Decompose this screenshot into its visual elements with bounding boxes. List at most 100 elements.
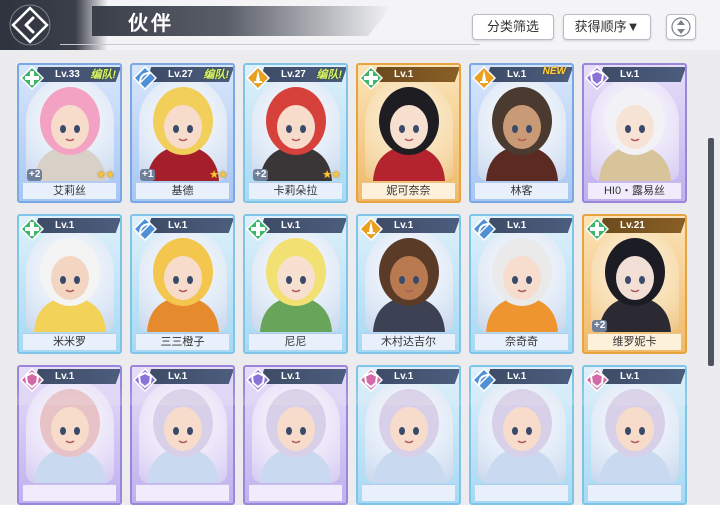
character-portrait — [139, 228, 227, 332]
level-bar — [259, 218, 346, 233]
in-team-tag: 编队! — [203, 69, 229, 81]
level-bar — [485, 369, 572, 384]
level-bar — [598, 369, 685, 384]
heal-cross-icon — [584, 216, 610, 242]
level-bar — [372, 369, 459, 384]
scrollbar[interactable] — [708, 138, 714, 366]
character-portrait-art — [599, 87, 671, 181]
level-label: Lv.1 — [168, 220, 188, 231]
star-rating: ★★ — [322, 169, 341, 181]
level-label: Lv.1 — [281, 371, 301, 382]
character-name: HI0・露易丝 — [588, 182, 681, 199]
character-portrait-art — [599, 238, 671, 332]
level-label: Lv.1 — [55, 220, 75, 231]
level-bar — [372, 218, 459, 233]
partner-card[interactable]: Lv.1 尼尼 — [243, 214, 348, 354]
character-name: 妮可奈奈 — [362, 182, 455, 199]
level-bar — [259, 369, 346, 384]
partner-card[interactable]: Lv.1 妮可奈奈 — [356, 63, 461, 203]
character-name: 米米罗 — [23, 333, 116, 350]
character-portrait-art — [34, 238, 106, 332]
bow-icon — [132, 65, 158, 91]
sword-icon — [358, 216, 384, 242]
heal-cross-icon — [19, 216, 45, 242]
partner-card[interactable]: Lv.27 编队! +2 ★★ 卡莉朵拉 — [243, 63, 348, 203]
back-diamond-icon[interactable] — [8, 3, 52, 47]
character-name: 基德 — [136, 182, 229, 199]
level-label: Lv.1 — [55, 371, 75, 382]
character-portrait — [478, 228, 566, 332]
level-label: Lv.1 — [394, 371, 414, 382]
page-title: 伙伴 — [128, 11, 174, 35]
level-bar — [485, 218, 572, 233]
level-label: Lv.1 — [394, 220, 414, 231]
character-portrait-art — [486, 238, 558, 332]
partner-card[interactable]: Lv.1 NEW 林客 — [469, 63, 574, 203]
sort-updown-icon — [671, 17, 691, 37]
partner-card[interactable]: Lv.1 HI0・露易丝 — [582, 63, 687, 203]
sort-order-dropdown[interactable]: 获得顺序▼ — [563, 14, 651, 40]
partner-card[interactable]: Lv.1 三三橙子 — [130, 214, 235, 354]
level-bar — [598, 67, 685, 82]
partner-card[interactable]: Lv.1 米米罗 — [17, 214, 122, 354]
bow-icon — [132, 216, 158, 242]
character-name: 三三橙子 — [136, 333, 229, 350]
character-portrait-art — [260, 87, 332, 181]
character-portrait — [252, 77, 340, 181]
character-portrait-art — [34, 87, 106, 181]
level-label: Lv.1 — [507, 371, 527, 382]
level-bar — [33, 218, 120, 233]
character-portrait-art — [486, 87, 558, 181]
character-portrait-art — [373, 87, 445, 181]
character-name: 尼尼 — [249, 333, 342, 350]
level-bar — [146, 369, 233, 384]
in-team-tag: 编队! — [316, 69, 342, 81]
in-team-tag: 编队! — [90, 69, 116, 81]
level-label: Lv.1 — [394, 69, 414, 80]
character-name — [249, 484, 342, 501]
star-rating: ★★ — [96, 169, 115, 181]
level-label: Lv.1 — [620, 69, 640, 80]
character-portrait — [478, 77, 566, 181]
level-label: Lv.21 — [620, 220, 645, 231]
sort-direction-button[interactable] — [666, 14, 696, 40]
plus-badge: +2 — [253, 169, 269, 181]
header-divider — [60, 44, 480, 45]
partner-card[interactable]: Lv.27 编队! +1 ★★ 基德 — [130, 63, 235, 203]
character-name: 木村达吉尔 — [362, 333, 455, 350]
character-name: 奈奇奇 — [475, 333, 568, 350]
level-label: Lv.27 — [281, 69, 306, 80]
character-portrait — [26, 77, 114, 181]
new-badge: NEW — [542, 66, 566, 77]
character-name — [475, 484, 568, 501]
level-label: Lv.1 — [620, 371, 640, 382]
character-portrait — [591, 77, 679, 181]
level-bar — [372, 67, 459, 82]
shield-icon — [584, 65, 610, 91]
level-label: Lv.33 — [55, 69, 80, 80]
character-portrait-art — [147, 238, 219, 332]
heal-cross-icon — [245, 216, 271, 242]
character-name: 维罗妮卡 — [588, 333, 681, 350]
bottom-fade — [0, 385, 720, 405]
character-portrait — [139, 77, 227, 181]
plus-badge: +2 — [27, 169, 43, 181]
character-name — [136, 484, 229, 501]
partner-card[interactable]: Lv.33 编队! +2 ★★ 艾莉丝 — [17, 63, 122, 203]
level-label: Lv.27 — [168, 69, 193, 80]
level-bar — [146, 218, 233, 233]
character-name — [23, 484, 116, 501]
filter-button[interactable]: 分类筛选 — [472, 14, 554, 40]
partner-card[interactable]: Lv.1 木村达吉尔 — [356, 214, 461, 354]
plus-badge: +1 — [140, 169, 156, 181]
character-name — [588, 484, 681, 501]
top-bar: 伙伴 分类筛选 获得顺序▼ — [0, 0, 720, 50]
partner-card[interactable]: Lv.21 +2 维罗妮卡 — [582, 214, 687, 354]
heal-cross-icon — [19, 65, 45, 91]
bow-icon — [471, 216, 497, 242]
level-label: Lv.1 — [281, 220, 301, 231]
sword-icon — [471, 65, 497, 91]
level-bar — [33, 369, 120, 384]
partner-card[interactable]: Lv.1 奈奇奇 — [469, 214, 574, 354]
character-portrait — [252, 228, 340, 332]
